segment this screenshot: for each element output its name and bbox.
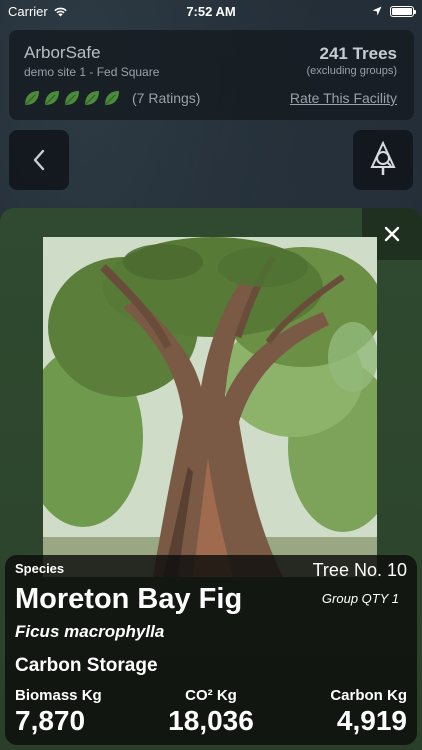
- leaf-rating-icon: [64, 91, 79, 106]
- wifi-icon: [54, 7, 67, 16]
- tree-count: 241 Trees: [319, 44, 397, 63]
- tree-number: Tree No. 10: [312, 560, 407, 580]
- carrier-label: Carrier: [8, 3, 48, 19]
- status-bar: Carrier 7:52 AM: [0, 0, 422, 22]
- tree-photo: [43, 237, 377, 577]
- leaf-rating-icon: [84, 91, 99, 106]
- rate-facility-link[interactable]: Rate This Facility: [290, 90, 397, 106]
- species-label: Species: [15, 561, 65, 576]
- common-name: Moreton Bay Fig: [15, 583, 243, 615]
- facility-info-card: ArborSafe demo site 1 - Fed Square 241 T…: [9, 30, 414, 120]
- tree-finder-button[interactable]: [353, 130, 413, 190]
- group-quantity: Group QTY 1: [321, 591, 399, 606]
- scientific-name: Ficus macrophylla: [15, 622, 165, 641]
- location-arrow-icon: [372, 6, 382, 16]
- leaf-rating-icon: [44, 91, 59, 106]
- rating: (7 Ratings): [24, 90, 200, 106]
- ratings-count: (7 Ratings): [132, 90, 201, 106]
- back-button[interactable]: [9, 130, 69, 190]
- chevron-left-icon: [33, 149, 45, 171]
- tree-search-icon: [370, 141, 396, 175]
- tree-count-note: (excluding groups): [306, 65, 398, 77]
- species-info-panel: Species Tree No. 10 Moreton Bay Fig Grou…: [5, 555, 417, 745]
- site-name: demo site 1 - Fed Square: [24, 65, 160, 79]
- leaf-rating-icon: [104, 91, 119, 106]
- leaf-rating-icon: [24, 91, 39, 106]
- app-name: ArborSafe: [24, 43, 101, 62]
- carbon-label: Carbon Kg: [330, 687, 407, 704]
- carbon-value: 4,919: [336, 705, 407, 736]
- close-icon: [384, 226, 400, 242]
- carbon-storage-heading: Carbon Storage: [15, 655, 158, 676]
- battery-icon: [390, 5, 416, 17]
